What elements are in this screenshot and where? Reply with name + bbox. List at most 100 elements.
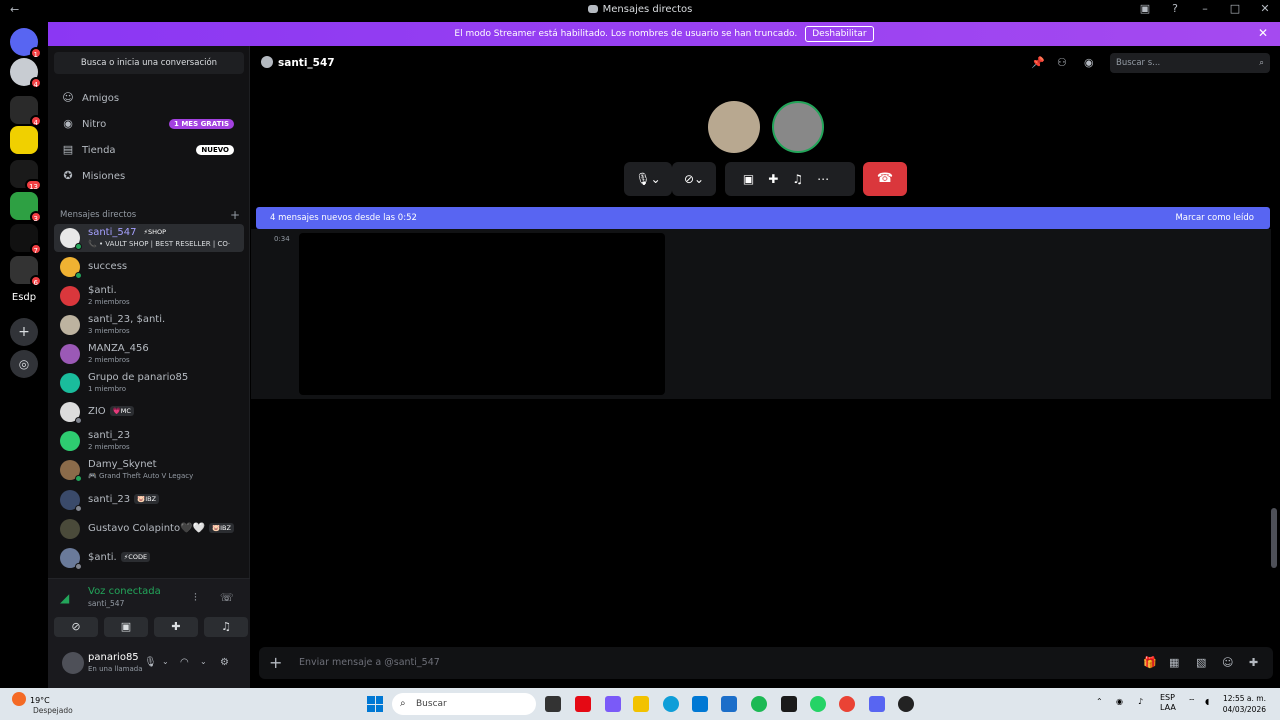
server-icon[interactable]: 7: [10, 224, 42, 255]
scrollbar[interactable]: [1271, 508, 1277, 568]
volume-icon[interactable]: ◖: [1205, 697, 1209, 706]
dm-item[interactable]: Damy_Skynet 🎮 Grand Theft Auto V Legacy: [54, 456, 244, 484]
media-attachment[interactable]: [299, 233, 665, 395]
user-profile-icon[interactable]: ◉: [1084, 56, 1094, 69]
headphones-icon[interactable]: ◠: [180, 657, 189, 668]
disconnect-icon[interactable]: ☏: [220, 591, 234, 604]
dm-item[interactable]: ZIO 💗MC: [54, 398, 244, 426]
server-icon[interactable]: 6: [10, 256, 42, 287]
microphone-icon[interactable]: 🎙: [144, 657, 157, 668]
mail-icon[interactable]: [721, 696, 737, 712]
close-window-icon[interactable]: ✕: [1258, 2, 1272, 15]
dm-item[interactable]: santi_23, $anti. 3 miembros: [54, 311, 244, 339]
sticker-icon[interactable]: ▧: [1196, 656, 1206, 669]
noise-suppression-icon[interactable]: ⫶: [194, 591, 197, 605]
pin-icon[interactable]: 📌: [1031, 56, 1045, 69]
home-button[interactable]: 1: [10, 28, 42, 59]
server-icon[interactable]: 13: [10, 160, 42, 191]
minimize-icon[interactable]: –: [1198, 2, 1212, 15]
spotify-icon[interactable]: [751, 696, 767, 712]
store-icon[interactable]: [692, 696, 708, 712]
nav-friends[interactable]: ☺ Amigos: [54, 86, 244, 110]
message-composer[interactable]: + Enviar mensaje a @santi_547 🎁 ▦ ▧ ☺ ✚: [259, 647, 1273, 679]
server-esdp[interactable]: Esdp: [6, 292, 42, 303]
app-icon[interactable]: [898, 696, 914, 712]
signal-icon[interactable]: ◢: [60, 591, 69, 605]
end-call-button[interactable]: ☎: [863, 162, 907, 196]
chevron-down-icon[interactable]: ⌄: [200, 657, 207, 666]
new-messages-bar[interactable]: 4 mensajes nuevos desde las 0:52 Marcar …: [256, 207, 1270, 229]
file-explorer-icon[interactable]: [633, 696, 649, 712]
dm-item[interactable]: santi_547 ⚡SHOP 📞 • VAULT SHOP | BEST RES…: [54, 224, 244, 252]
discover-icon[interactable]: ◎: [10, 350, 38, 378]
dm-item[interactable]: Grupo de panario85 1 miembro: [54, 369, 244, 397]
task-view-icon[interactable]: [545, 696, 561, 712]
activities-button[interactable]: ✚: [154, 617, 198, 637]
taskbar-search[interactable]: ⌕ Buscar: [392, 693, 536, 715]
soundboard-button[interactable]: ♫: [204, 617, 248, 637]
dm-item[interactable]: $anti. 2 miembros: [54, 282, 244, 310]
mute-button[interactable]: 🎙⌄: [624, 162, 672, 196]
create-dm-icon[interactable]: +: [230, 208, 240, 222]
dm-item[interactable]: santi_23 2 miembros: [54, 427, 244, 455]
edge-icon[interactable]: [663, 696, 679, 712]
app-icon[interactable]: [605, 696, 621, 712]
camera-button[interactable]: ⊘⌄: [672, 162, 716, 196]
server-icon[interactable]: 3: [10, 192, 42, 223]
clock[interactable]: 12:55 a. m. 04/03/2026: [1223, 693, 1266, 715]
chevron-up-icon[interactable]: ⌃: [1096, 697, 1103, 706]
add-friends-icon[interactable]: ⚇: [1057, 56, 1067, 69]
nav-quests[interactable]: ✪ Misiones: [54, 164, 244, 188]
username[interactable]: panario85: [88, 652, 139, 663]
emoji-icon[interactable]: ☺: [1222, 656, 1233, 669]
voice-channel[interactable]: santi_547: [88, 599, 124, 608]
server-icon[interactable]: [10, 126, 38, 154]
channel-name[interactable]: santi_547: [278, 57, 335, 69]
disable-streamer-button[interactable]: Deshabilitar: [805, 26, 874, 42]
call-actions[interactable]: ▣✚♫⋯: [725, 162, 855, 196]
inbox-icon[interactable]: ▣: [1138, 2, 1152, 15]
apps-icon[interactable]: ✚: [1249, 656, 1258, 669]
network-icon[interactable]: ⌔: [1188, 697, 1196, 707]
nav-nitro[interactable]: ◉ Nitro 1 MES GRATIS: [54, 112, 244, 136]
upload-plus-icon[interactable]: +: [269, 653, 282, 672]
gif-icon[interactable]: ▦: [1169, 656, 1179, 669]
whatsapp-icon[interactable]: [810, 696, 826, 712]
start-button[interactable]: [367, 696, 383, 712]
call-participant-avatar-speaking[interactable]: [772, 101, 824, 153]
search-conversation-button[interactable]: Busca o inicia una conversación: [54, 52, 244, 74]
app-icon[interactable]: [781, 696, 797, 712]
dm-item[interactable]: MANZA_456 2 miembros: [54, 340, 244, 368]
video-off-button[interactable]: ⊘: [54, 617, 98, 637]
chevron-down-icon[interactable]: ⌄: [162, 657, 169, 666]
screen-share-button[interactable]: ▣: [104, 617, 148, 637]
dm-item[interactable]: success: [54, 253, 244, 281]
mark-read-button[interactable]: Marcar como leído: [1175, 213, 1254, 223]
nav-shop[interactable]: ▤ Tienda NUEVO: [54, 138, 244, 162]
dm-item[interactable]: $anti. ⚡CODE: [54, 544, 244, 572]
media-attachment[interactable]: [299, 404, 605, 636]
weather-widget[interactable]: 19°C Despejado: [12, 692, 73, 715]
language-indicator[interactable]: ESP LAA: [1160, 693, 1176, 713]
dm-item[interactable]: santi_23 🐷IBZ: [54, 486, 244, 514]
microphone-icon[interactable]: ♪: [1138, 697, 1143, 706]
gift-icon[interactable]: 🎁: [1143, 656, 1157, 669]
composer-placeholder[interactable]: Enviar mensaje a @santi_547: [299, 657, 440, 668]
close-icon[interactable]: ✕: [1258, 26, 1268, 40]
gear-icon[interactable]: ⚙: [220, 657, 229, 668]
dm-item[interactable]: Gustavo Colapinto🖤🤍 🐷IBZ: [54, 515, 244, 543]
voice-status[interactable]: Voz conectada: [88, 586, 161, 597]
avatar[interactable]: [62, 652, 84, 674]
tray-icon[interactable]: ◉: [1116, 697, 1123, 706]
netflix-icon[interactable]: [575, 696, 591, 712]
chrome-icon[interactable]: [839, 696, 855, 712]
maximize-icon[interactable]: □: [1228, 2, 1242, 15]
discord-taskbar-icon[interactable]: [869, 696, 885, 712]
friends-icon: ☺: [62, 91, 74, 104]
server-icon[interactable]: 4: [10, 58, 42, 89]
add-server-icon[interactable]: +: [10, 318, 38, 346]
search-input[interactable]: Buscar s... ⌕: [1110, 53, 1270, 73]
call-participant-avatar[interactable]: [708, 101, 760, 153]
help-icon[interactable]: ?: [1168, 2, 1182, 15]
server-icon[interactable]: 4: [10, 96, 42, 127]
